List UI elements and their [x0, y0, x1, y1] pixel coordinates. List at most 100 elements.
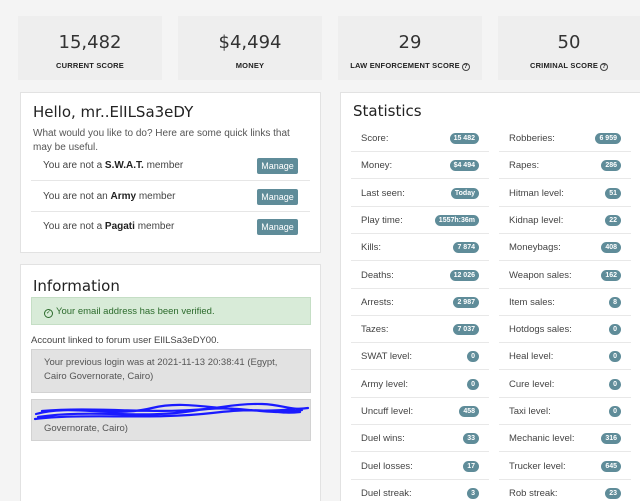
stat-row-badge: 7 037 [453, 324, 479, 336]
stat-row-label: Kidnap level: [509, 214, 564, 226]
stat-row-label: Tazes: [361, 324, 389, 336]
stat-row: Cure level: 0 [499, 371, 631, 398]
stat-value: 50 [557, 32, 581, 53]
stat-row-label: Heal level: [509, 351, 554, 363]
stat-row-label: Taxi level: [509, 406, 551, 417]
stat-value: 15,482 [58, 32, 122, 53]
stat-value: 29 [398, 32, 422, 53]
stat-card-money: $4,494 MONEY [178, 16, 322, 80]
stat-card-law-score: 29 LAW ENFORCEMENT SCORE? [338, 16, 482, 80]
stat-row-badge: 6 959 [595, 133, 621, 144]
stat-row-badge: 162 [601, 269, 621, 281]
stat-row-badge: 17 [463, 460, 479, 472]
stat-row: Kidnap level: 22 [499, 207, 631, 234]
stat-row: Duel losses: 17 [351, 453, 489, 480]
stat-row: Hitman level: 51 [499, 180, 631, 207]
stat-row-badge: 7 874 [453, 242, 479, 254]
stat-row-label: Duel streak: [361, 487, 412, 499]
stat-card-current-score: 15,482 CURRENT SCORE [18, 16, 162, 80]
stat-row: Heal level: 0 [499, 343, 631, 371]
stat-row-label: Trucker level: [509, 460, 566, 472]
stat-row: Robberies: 6 959 [499, 125, 631, 152]
stat-row: Mechanic level: 316 [499, 425, 631, 453]
stat-row-badge: 0 [609, 406, 621, 417]
stat-row-badge: 12 026 [449, 269, 479, 281]
stat-row-badge: 3 [467, 487, 479, 499]
stat-row-badge: 33 [463, 433, 479, 445]
information-title: Information [33, 277, 120, 295]
stat-row-label: Play time: [361, 214, 403, 226]
quick-link-army: You are not an Army member Manage [31, 182, 310, 212]
stat-row: Duel streak: 3 [351, 480, 489, 501]
stat-row-label: Hitman level: [509, 187, 564, 199]
stat-row-badge: 408 [601, 242, 621, 254]
group-name: Pagati [104, 221, 135, 232]
stat-row-label: Moneybags: [509, 242, 561, 254]
stat-row-badge: 1557h:36m [434, 214, 479, 226]
stat-row-badge: 458 [459, 406, 479, 417]
stat-row-label: Item sales: [509, 296, 555, 308]
stat-row-badge: 15 482 [449, 133, 479, 144]
stat-row-label: Cure level: [509, 378, 555, 390]
stat-label: MONEY [235, 61, 265, 70]
stat-row-label: Rob streak: [509, 487, 558, 499]
stat-row: Money: $4 494 [351, 152, 489, 180]
stat-card-criminal-score: 50 CRIMINAL SCORE? [498, 16, 640, 80]
stat-row: Arrests: 2 987 [351, 289, 489, 316]
stat-row: Weapon sales: 162 [499, 262, 631, 289]
stat-row: Kills: 7 874 [351, 234, 489, 262]
stat-row-badge: 0 [467, 351, 479, 363]
group-name: S.W.A.T. [104, 160, 144, 171]
email-verified-alert: ✓ Your email address has been verified. [31, 297, 311, 325]
greeting-title: Hello, mr..ElILSa3eDY [33, 103, 194, 121]
group-name: Army [110, 191, 137, 202]
stat-row-badge: $4 494 [449, 160, 479, 172]
stat-row: Tazes: 7 037 [351, 316, 489, 344]
forum-link-text: Account linked to forum user ElILSa3eDY0… [31, 335, 219, 346]
stat-row-label: Score: [361, 133, 389, 144]
help-icon[interactable]: ? [600, 63, 609, 71]
stat-row-label: Money: [361, 160, 393, 172]
help-icon[interactable]: ? [461, 63, 470, 71]
stat-row-label: Rapes: [509, 160, 540, 172]
stat-row-badge: 645 [601, 460, 621, 472]
stat-row-badge: 0 [609, 351, 621, 363]
stat-row: Play time: 1557h:36m [351, 207, 489, 234]
stat-row-label: Last seen: [361, 187, 405, 199]
stat-row-badge: 0 [467, 378, 479, 390]
statistics-title: Statistics [353, 102, 422, 120]
redacted-login-box: Governorate, Cairo) [31, 399, 311, 441]
manage-pagati-button[interactable]: Manage [257, 219, 298, 235]
stat-row-label: Deaths: [361, 269, 394, 281]
manage-swat-button[interactable]: Manage [257, 158, 298, 174]
stat-row-label: Mechanic level: [509, 433, 575, 445]
stat-row-badge: 51 [605, 187, 621, 199]
stat-row-badge: 286 [601, 160, 621, 172]
stat-row-label: Duel losses: [361, 460, 413, 472]
stat-row-badge: 0 [609, 378, 621, 390]
information-panel: Information ✓ Your email address has been… [20, 264, 321, 501]
stat-row: Duel wins: 33 [351, 425, 489, 453]
stat-row: SWAT level: 0 [351, 343, 489, 371]
previous-login-tail: Governorate, Cairo) [44, 423, 128, 434]
stat-row: Rob streak: 23 [499, 480, 631, 501]
stat-row-badge: 8 [609, 296, 621, 308]
stat-row-label: Uncuff level: [361, 406, 414, 417]
stat-row-label: Army level: [361, 378, 408, 390]
stat-row: Score: 15 482 [351, 125, 489, 152]
stat-row-badge: 2 987 [453, 296, 479, 308]
stat-row: Hotdogs sales: 0 [499, 316, 631, 344]
manage-army-button[interactable]: Manage [257, 189, 298, 205]
previous-login-box: Your previous login was at 2021-11-13 20… [31, 349, 311, 393]
check-circle-icon: ✓ [44, 309, 53, 318]
stat-label: LAW ENFORCEMENT SCORE [350, 61, 460, 70]
stat-row-label: Weapon sales: [509, 269, 572, 281]
hello-panel: Hello, mr..ElILSa3eDY What would you lik… [20, 92, 321, 253]
stat-label: CRIMINAL SCORE [529, 61, 599, 70]
stat-row-label: Robberies: [509, 133, 555, 144]
stat-row: Item sales: 8 [499, 289, 631, 316]
stat-row: Trucker level: 645 [499, 453, 631, 480]
stat-row-label: Kills: [361, 242, 382, 254]
stat-row-badge: 22 [605, 214, 621, 226]
stat-row: Last seen: Today [351, 180, 489, 207]
